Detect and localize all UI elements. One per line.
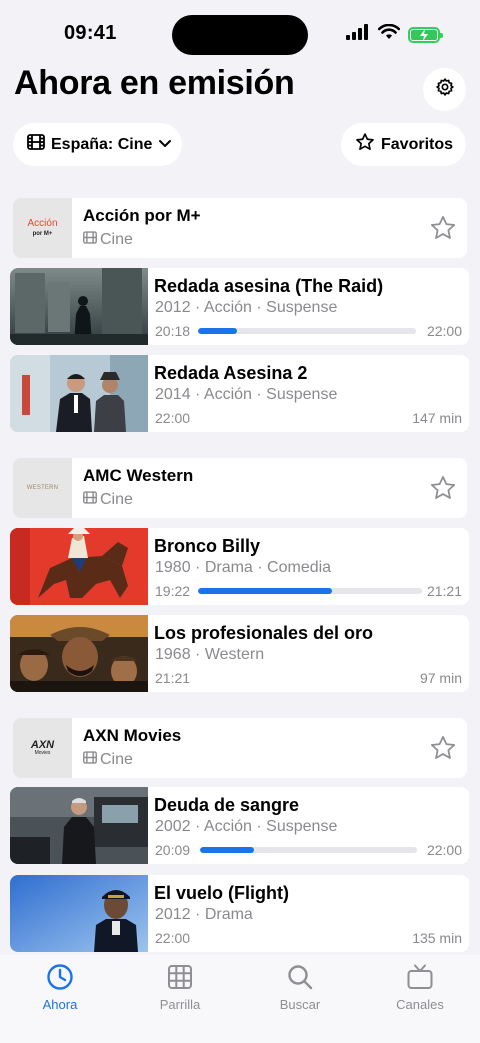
film-icon	[27, 134, 45, 155]
program-meta: 1980 · Drama · Comedia	[155, 559, 332, 576]
channel-name: Acción por M+	[83, 206, 201, 225]
grid-icon	[130, 963, 230, 994]
tab-canales[interactable]: Canales	[370, 963, 470, 1012]
favorite-star-button[interactable]	[429, 214, 457, 242]
program-meta: 1968 · Western	[155, 646, 265, 663]
program-card[interactable]: Deuda de sangre 2002 · Acción · Suspense…	[10, 787, 469, 864]
program-progress-bar	[198, 588, 422, 594]
program-thumbnail	[10, 268, 148, 345]
region-filter-label: España: Cine	[51, 135, 153, 153]
dynamic-island	[172, 15, 308, 55]
favorite-star-button[interactable]	[429, 734, 457, 762]
tab-parrilla[interactable]: Parrilla	[130, 963, 230, 1012]
program-duration: 135 min	[412, 930, 462, 946]
program-start-time: 21:21	[155, 670, 191, 686]
wifi-icon	[377, 23, 401, 45]
program-meta: 2002 · Acción · Suspense	[155, 818, 338, 835]
program-title: Redada asesina (The Raid)	[154, 276, 384, 296]
program-card[interactable]: Redada Asesina 2 2014 · Acción · Suspens…	[10, 355, 469, 432]
tab-label: Ahora	[42, 997, 78, 1012]
channel-name: AMC Western	[83, 466, 194, 485]
channel-type: Cine	[83, 751, 133, 769]
program-start-time: 20:09	[155, 842, 191, 858]
program-meta: 2012 · Drama	[155, 906, 253, 923]
program-card[interactable]: El vuelo (Flight) 2012 · Drama 22:00 135…	[10, 875, 469, 952]
status-bar: 09:41	[0, 0, 480, 64]
tab-ahora[interactable]: Ahora	[10, 963, 110, 1012]
channel-type: Cine	[83, 491, 133, 509]
program-start-time: 20:18	[155, 323, 191, 339]
favorites-filter-label: Favoritos	[381, 135, 454, 153]
tab-bar: Ahora Parrilla Buscar Canales	[0, 955, 480, 1043]
program-duration: 147 min	[412, 410, 462, 426]
program-title: Los profesionales del oro	[154, 623, 374, 643]
program-end-time: 21:21	[426, 583, 462, 599]
channel-type: Cine	[83, 231, 133, 249]
page-title: Ahora en emisión	[14, 64, 295, 102]
program-progress-fill	[198, 328, 238, 334]
settings-button[interactable]	[423, 68, 466, 111]
channel-logo-subtext: Movies	[34, 750, 51, 756]
program-start-time: 19:22	[155, 583, 191, 599]
channel-logo-subtext: por M+	[32, 231, 53, 237]
program-meta: 2012 · Acción · Suspense	[155, 299, 338, 316]
battery-charging-icon	[408, 26, 443, 43]
channel-header-axn-movies[interactable]: AXN Movies AXN Movies Cine	[13, 718, 467, 778]
program-card[interactable]: Bronco Billy 1980 · Drama · Comedia 19:2…	[10, 528, 469, 605]
program-card[interactable]: Los profesionales del oro 1968 · Western…	[10, 615, 469, 692]
channel-type-label: Cine	[100, 491, 133, 508]
program-thumbnail	[10, 355, 148, 432]
film-icon	[83, 231, 97, 249]
channel-name: AXN Movies	[83, 726, 182, 745]
program-thumbnail	[10, 615, 148, 692]
program-end-time: 22:00	[426, 842, 462, 858]
search-icon	[250, 963, 350, 994]
tv-icon	[370, 963, 470, 994]
channel-logo: Acción por M+	[13, 198, 72, 258]
chevron-down-icon	[158, 136, 172, 154]
program-meta: 2014 · Acción · Suspense	[155, 386, 338, 403]
cellular-signal-icon	[346, 24, 370, 45]
program-progress-fill	[198, 588, 333, 594]
region-filter-button[interactable]: España: Cine	[13, 123, 182, 166]
program-title: Bronco Billy	[154, 536, 261, 556]
program-card[interactable]: Redada asesina (The Raid) 2012 · Acción …	[10, 268, 469, 345]
channel-logo: WESTERN	[13, 458, 72, 518]
channel-header-accion[interactable]: Acción por M+ Acción por M+ Cine	[13, 198, 467, 258]
program-thumbnail	[10, 787, 148, 864]
star-outline-icon	[355, 132, 375, 157]
program-start-time: 22:00	[155, 410, 191, 426]
channel-type-label: Cine	[100, 231, 133, 248]
program-title: Redada Asesina 2	[154, 363, 308, 383]
status-time: 09:41	[64, 22, 117, 44]
channel-logo: AXN Movies	[13, 718, 72, 778]
tab-label: Buscar	[279, 997, 321, 1012]
film-icon	[83, 751, 97, 769]
program-duration: 97 min	[419, 670, 462, 686]
program-start-time: 22:00	[155, 930, 191, 946]
channel-header-amc-western[interactable]: WESTERN AMC Western Cine	[13, 458, 467, 518]
channel-type-label: Cine	[100, 751, 133, 768]
program-title: El vuelo (Flight)	[154, 883, 289, 903]
tab-label: Canales	[396, 997, 444, 1012]
favorite-star-button[interactable]	[429, 474, 457, 502]
clock-icon	[10, 963, 110, 994]
film-icon	[83, 491, 97, 509]
program-progress-fill	[200, 847, 255, 853]
program-title: Deuda de sangre	[154, 795, 300, 815]
channel-logo-text: WESTERN	[26, 485, 59, 491]
program-thumbnail	[10, 528, 148, 605]
program-progress-bar	[198, 328, 416, 334]
gear-icon	[435, 77, 455, 102]
program-end-time: 22:00	[426, 323, 462, 339]
tab-buscar[interactable]: Buscar	[250, 963, 350, 1012]
favorites-filter-button[interactable]: Favoritos	[341, 123, 466, 166]
channel-logo-text: Acción	[27, 218, 58, 229]
tab-label: Parrilla	[159, 997, 201, 1012]
program-thumbnail	[10, 875, 148, 952]
program-progress-bar	[200, 847, 417, 853]
status-icons	[346, 23, 443, 45]
